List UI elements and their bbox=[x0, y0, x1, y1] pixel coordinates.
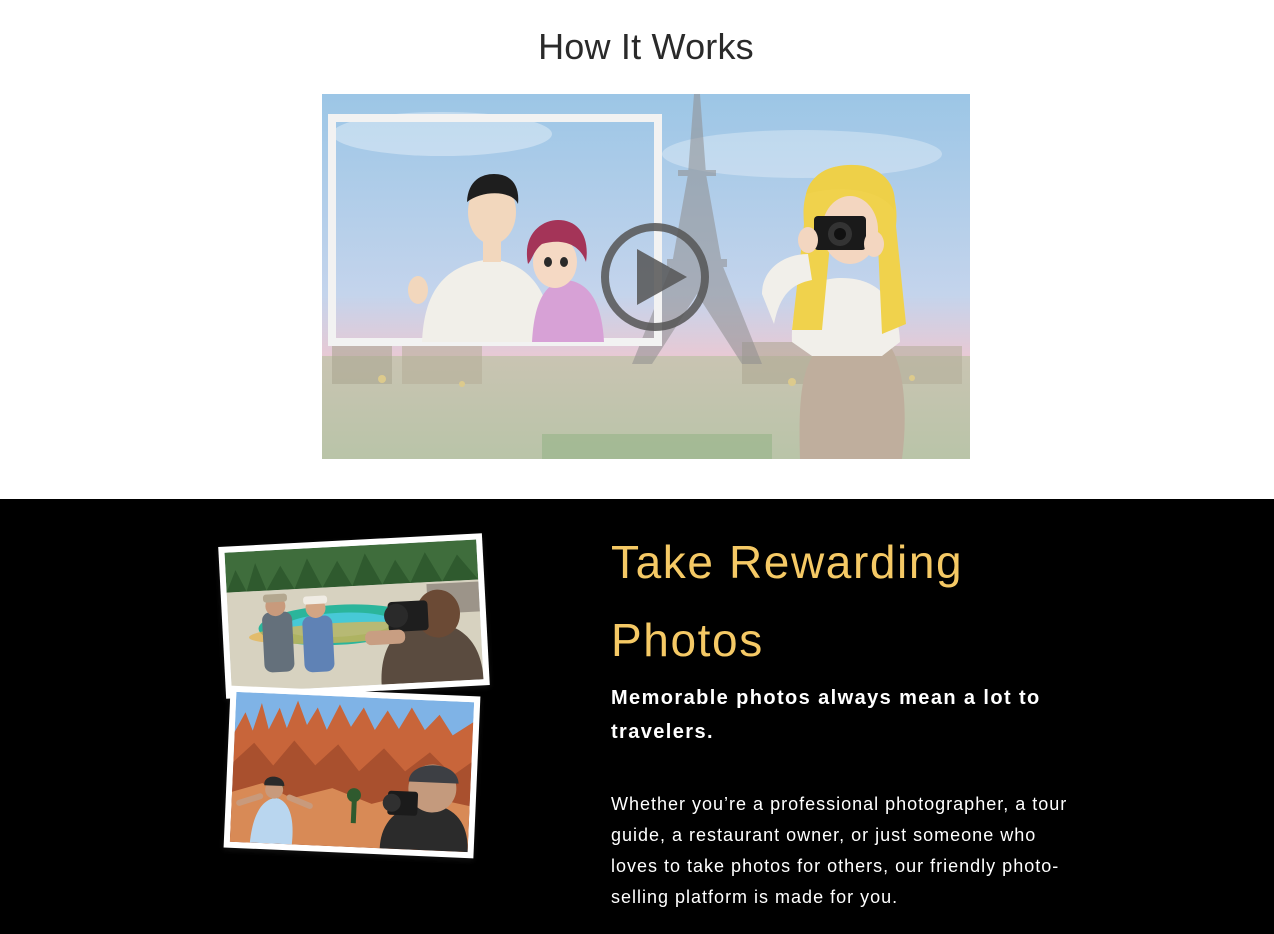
travel-photo-geyser bbox=[218, 533, 490, 699]
travel-photo-canyon bbox=[223, 685, 481, 859]
rewarding-photos-section: Take Rewarding Photos Memorable photos a… bbox=[0, 499, 1274, 934]
how-it-works-section: How It Works bbox=[0, 0, 1274, 499]
rewarding-body: Whether you’re a professional photograph… bbox=[611, 794, 1068, 907]
rewarding-headline: Take Rewarding Photos bbox=[611, 536, 964, 666]
play-circle-icon[interactable] bbox=[599, 221, 711, 333]
section-title: How It Works bbox=[538, 26, 754, 67]
rewarding-text-column: Take Rewarding Photos Memorable photos a… bbox=[611, 523, 1071, 913]
rewarding-subheadline: Memorable photos always mean a lot to tr… bbox=[611, 687, 1041, 743]
video-player[interactable] bbox=[322, 94, 970, 459]
